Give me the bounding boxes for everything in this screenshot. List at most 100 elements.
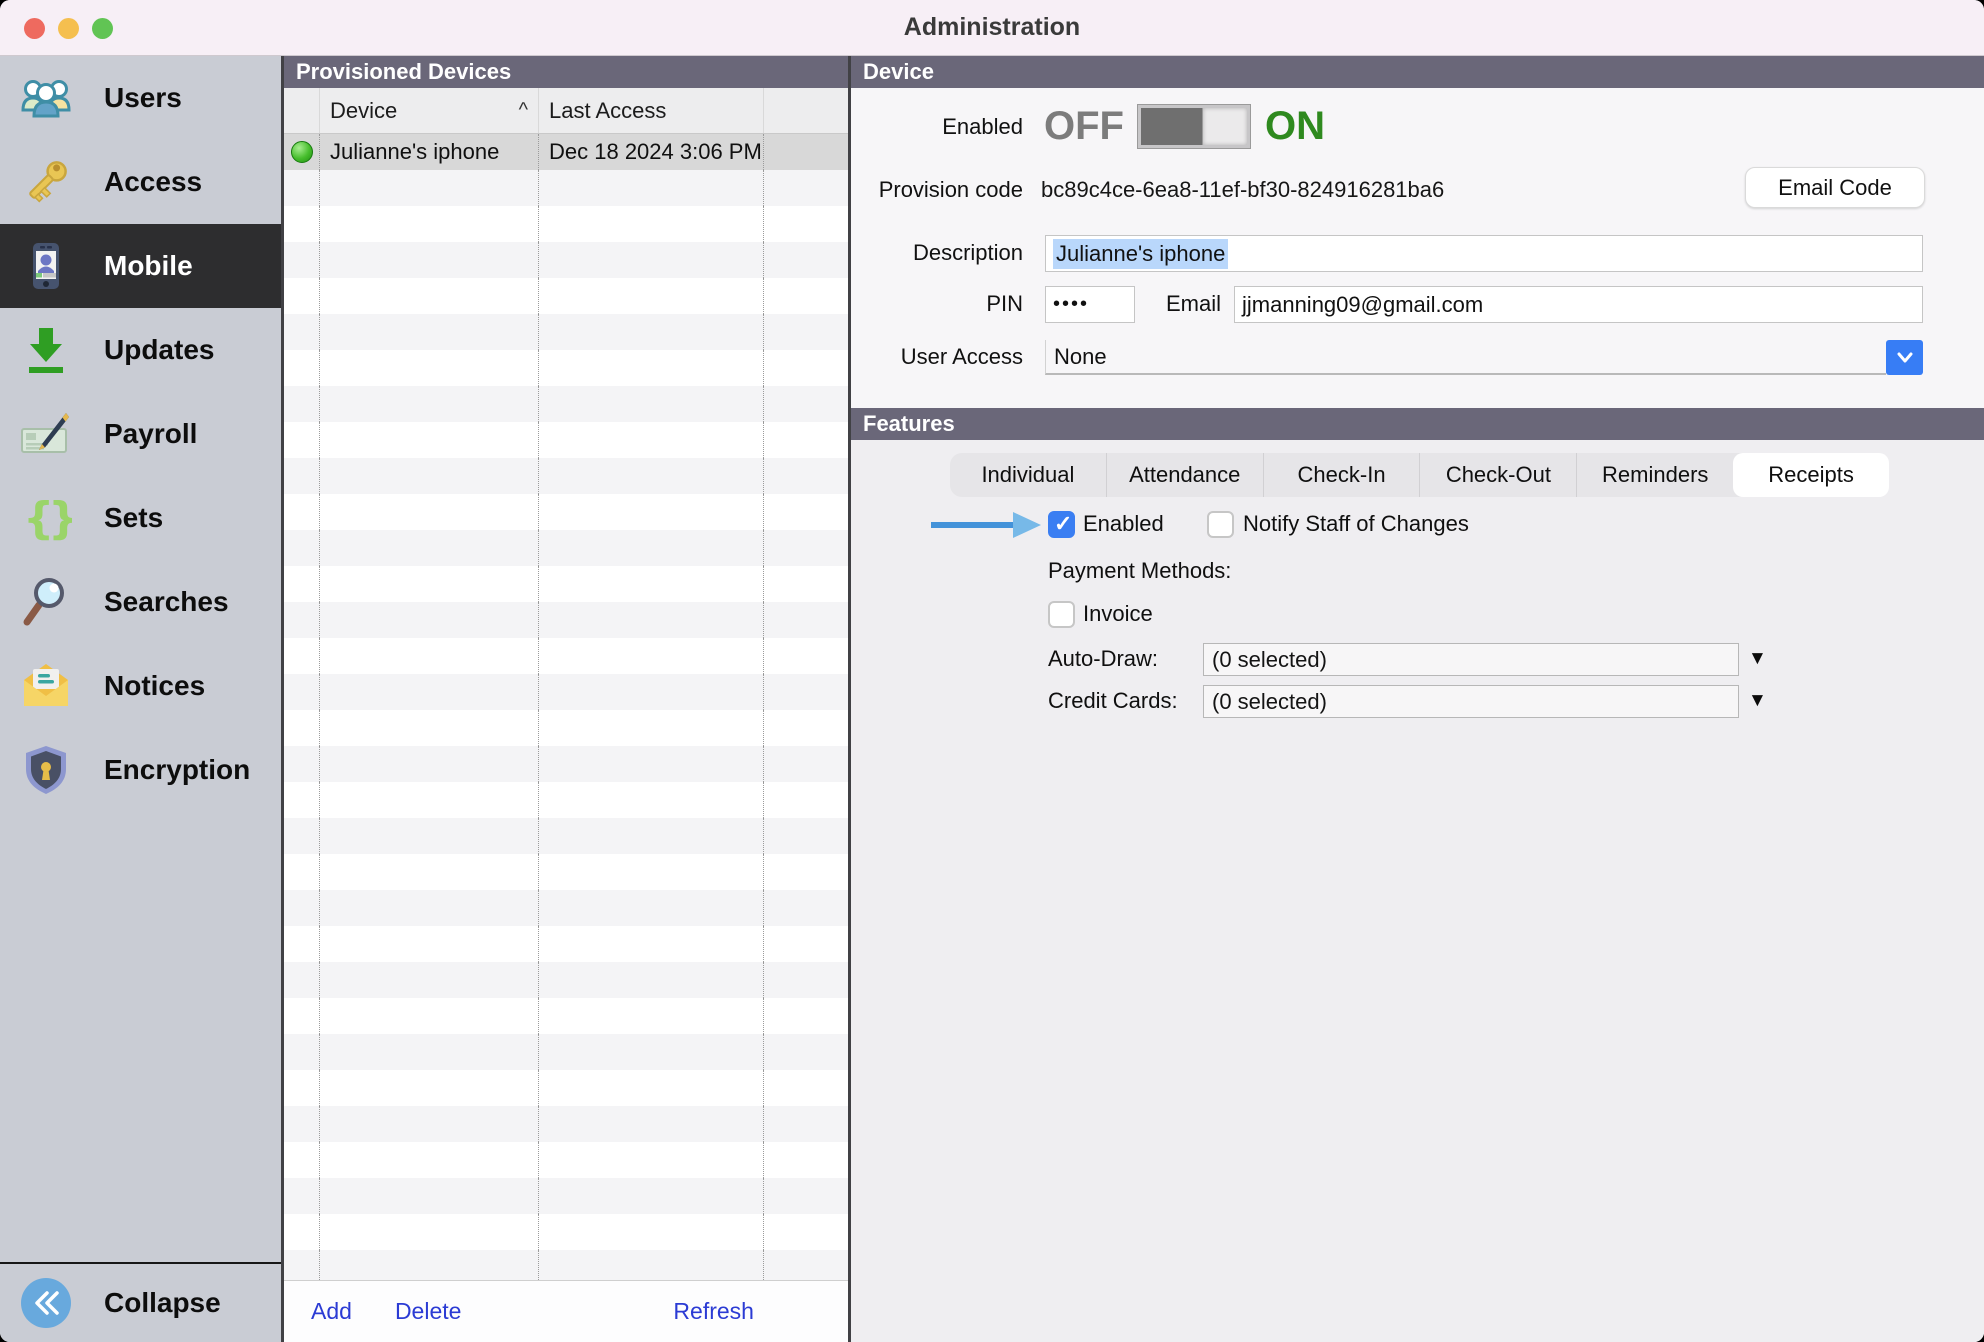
sidebar-item-encryption[interactable]: Encryption xyxy=(0,728,281,812)
toggle-on-label: ON xyxy=(1265,104,1325,149)
notify-staff-label: Notify Staff of Changes xyxy=(1243,511,1469,537)
notify-staff-checkbox[interactable] xyxy=(1207,511,1234,538)
empty-row xyxy=(284,1106,848,1142)
empty-row xyxy=(284,242,848,278)
download-icon xyxy=(20,324,72,376)
svg-text:}: } xyxy=(48,493,72,544)
description-field[interactable]: Julianne's iphone xyxy=(1045,235,1923,272)
empty-row xyxy=(284,782,848,818)
key-icon xyxy=(20,156,72,208)
enabled-toggle-label: Enabled xyxy=(851,114,1023,140)
magnifier-icon xyxy=(20,576,72,628)
invoice-checkbox[interactable] xyxy=(1048,601,1075,628)
envelope-icon xyxy=(20,660,72,712)
sidebar-item-label: Mobile xyxy=(104,250,193,282)
empty-row xyxy=(284,818,848,854)
empty-row xyxy=(284,530,848,566)
sidebar-item-payroll[interactable]: Payroll xyxy=(0,392,281,476)
pin-field[interactable]: •••• xyxy=(1045,286,1135,323)
titlebar: Administration xyxy=(0,0,1984,56)
user-access-field[interactable]: None xyxy=(1045,340,1886,375)
devices-table-body: Julianne's iphoneDec 18 2024 3:06 PM xyxy=(284,134,848,1280)
users-icon xyxy=(20,72,72,124)
tab-receipts[interactable]: Receipts xyxy=(1733,453,1889,497)
refresh-button[interactable]: Refresh xyxy=(673,1298,754,1325)
user-access-dropdown-button[interactable] xyxy=(1886,340,1923,375)
device-section-header: Device xyxy=(851,56,1984,88)
empty-row xyxy=(284,890,848,926)
description-label: Description xyxy=(851,240,1023,266)
sidebar-item-label: Searches xyxy=(104,586,229,618)
sidebar-item-access[interactable]: Access xyxy=(0,140,281,224)
sidebar-item-notices[interactable]: Notices xyxy=(0,644,281,728)
email-code-button[interactable]: Email Code xyxy=(1745,167,1925,208)
sidebar-item-label: Sets xyxy=(104,502,163,534)
zoom-button[interactable] xyxy=(92,18,113,39)
mobile-icon xyxy=(20,240,72,292)
last-access-column-header[interactable]: Last Access xyxy=(539,88,764,133)
features-content xyxy=(851,440,1984,1342)
provision-code-label: Provision code xyxy=(851,177,1023,203)
device-detail-panel: Device Enabled OFF ON Provision code bc8… xyxy=(851,56,1984,1342)
device-column-header[interactable]: Device ^ xyxy=(320,88,539,133)
provision-code-value: bc89c4ce-6ea8-11ef-bf30-824916281ba6 xyxy=(1041,177,1444,203)
receipts-enabled-label: Enabled xyxy=(1083,511,1164,537)
close-button[interactable] xyxy=(24,18,45,39)
sidebar-item-label: Notices xyxy=(104,670,205,702)
shield-icon xyxy=(20,744,72,796)
device-row[interactable]: Julianne's iphoneDec 18 2024 3:06 PM xyxy=(284,134,848,170)
sidebar-item-updates[interactable]: Updates xyxy=(0,308,281,392)
sidebar-item-users[interactable]: Users xyxy=(0,56,281,140)
credit-cards-dropdown[interactable]: (0 selected) xyxy=(1203,685,1739,718)
devices-table-header: Device ^ Last Access xyxy=(284,88,848,134)
empty-row xyxy=(284,314,848,350)
collapse-button[interactable]: Collapse xyxy=(0,1262,281,1342)
provisioned-devices-header: Provisioned Devices xyxy=(284,56,848,88)
tab-individual[interactable]: Individual xyxy=(950,453,1106,497)
sidebar-item-sets[interactable]: { } Sets xyxy=(0,476,281,560)
auto-draw-arrow-icon[interactable]: ▼ xyxy=(1748,649,1767,668)
user-access-label: User Access xyxy=(851,344,1023,370)
sidebar-item-label: Access xyxy=(104,166,202,198)
tab-attendance[interactable]: Attendance xyxy=(1106,453,1263,497)
empty-row xyxy=(284,1214,848,1250)
auto-draw-dropdown[interactable]: (0 selected) xyxy=(1203,643,1739,676)
payment-methods-label: Payment Methods: xyxy=(1048,558,1231,584)
enabled-toggle[interactable] xyxy=(1138,105,1250,148)
tab-check-in[interactable]: Check-In xyxy=(1263,453,1420,497)
empty-row xyxy=(284,854,848,890)
empty-row xyxy=(284,386,848,422)
sidebar-item-searches[interactable]: Searches xyxy=(0,560,281,644)
credit-cards-arrow-icon[interactable]: ▼ xyxy=(1748,691,1767,710)
sidebar-item-label: Encryption xyxy=(104,754,250,786)
email-field[interactable]: jjmanning09@gmail.com xyxy=(1234,286,1923,323)
empty-row xyxy=(284,638,848,674)
empty-row xyxy=(284,458,848,494)
empty-row xyxy=(284,1034,848,1070)
empty-row xyxy=(284,494,848,530)
empty-row xyxy=(284,926,848,962)
selected-text: Julianne's iphone xyxy=(1053,239,1228,269)
features-section-header: Features xyxy=(851,408,1984,440)
delete-button[interactable]: Delete xyxy=(395,1298,461,1325)
add-button[interactable]: Add xyxy=(311,1298,352,1325)
status-column-header xyxy=(284,88,320,133)
tab-check-out[interactable]: Check-Out xyxy=(1419,453,1576,497)
empty-row xyxy=(284,1178,848,1214)
invoice-label: Invoice xyxy=(1083,601,1153,627)
empty-column-header xyxy=(764,88,848,133)
chevron-down-icon xyxy=(1895,350,1915,366)
empty-row xyxy=(284,710,848,746)
email-label: Email xyxy=(1136,291,1221,317)
sidebar-item-label: Users xyxy=(104,82,182,114)
tab-reminders[interactable]: Reminders xyxy=(1576,453,1733,497)
sidebar-item-mobile[interactable]: Mobile xyxy=(0,224,281,308)
annotation-arrow-icon xyxy=(931,510,1043,540)
empty-row xyxy=(284,1142,848,1178)
empty-row xyxy=(284,422,848,458)
toggle-knob xyxy=(1202,108,1247,145)
auto-draw-label: Auto-Draw: xyxy=(1048,646,1158,672)
toggle-off-label: OFF xyxy=(1044,104,1124,149)
minimize-button[interactable] xyxy=(58,18,79,39)
receipts-enabled-checkbox[interactable] xyxy=(1048,511,1075,538)
